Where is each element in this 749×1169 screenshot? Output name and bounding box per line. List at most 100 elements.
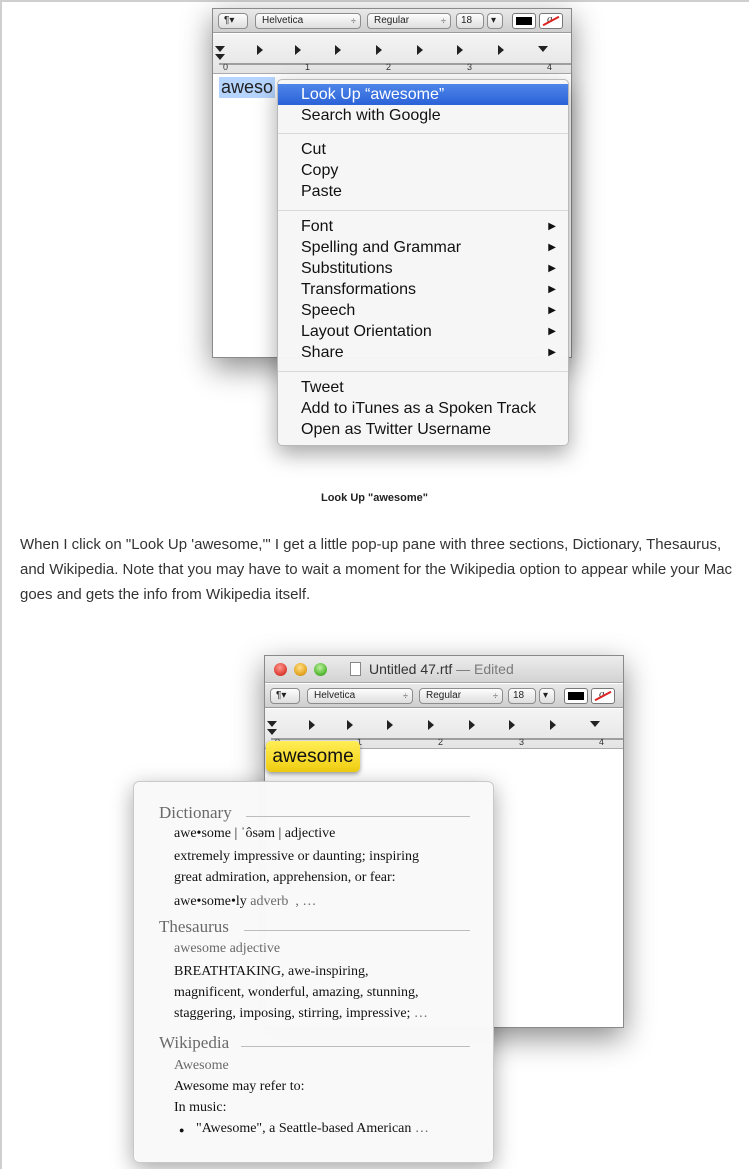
wikipedia-line: In music: [174,1100,227,1115]
menu-item-label: Copy [301,162,339,179]
menu-item-layout-orientation[interactable]: Layout Orientation ▶ [278,321,568,342]
font-size-label: 18 [461,15,473,26]
menu-item-label: Cut [301,141,326,158]
thesaurus-line-text: staggering, imposing, stirring, impressi… [174,1006,411,1021]
font-size-field[interactable]: 18 [508,688,536,704]
text-color-well[interactable] [512,13,536,29]
background-color-well[interactable]: a [591,688,615,704]
menu-item-label: Tweet [301,379,344,396]
menu-item-cut[interactable]: Cut [278,139,568,160]
menu-item-search-google[interactable]: Search with Google [278,105,568,126]
menu-item-label: Paste [301,183,342,200]
stepper-icon: ÷ [351,16,356,26]
page-left-border [0,0,2,1169]
wikipedia-line: Awesome may refer to: [174,1079,305,1094]
ruler-mark: 0 [223,62,229,72]
menu-item-look-up[interactable]: Look Up “awesome” [278,84,568,105]
document-icon[interactable] [350,662,361,676]
section-rule [241,1046,470,1047]
left-indent-marker [215,46,225,52]
close-button[interactable] [274,663,287,676]
paragraph-style-button[interactable]: ¶▾ [218,13,248,29]
menu-separator [278,133,568,134]
font-style-popup[interactable]: Regular ÷ [367,13,451,29]
ruler-mark: 3 [519,737,525,747]
paragraph-style-label: ¶▾ [224,15,235,26]
menu-item-speech[interactable]: Speech ▶ [278,300,568,321]
menu-item-label: Share [301,344,344,361]
submenu-arrow-icon: ▶ [548,263,556,274]
menu-item-label: Font [301,218,334,235]
font-size-field[interactable]: 18 [456,13,484,29]
edited-indicator: — Edited [456,661,514,677]
more-ellipsis: … [413,1006,428,1021]
ruler-ticks [215,45,571,65]
font-family-popup[interactable]: Helvetica ÷ [307,688,413,704]
ruler-mark: 4 [547,62,553,72]
chevron-down-icon: ▾ [491,15,497,26]
more-ellipsis: , … [295,894,317,909]
menu-item-paste[interactable]: Paste [278,181,568,202]
submenu-arrow-icon: ▶ [548,326,556,337]
title-bar[interactable]: Untitled 47.rtf — Edited [265,656,623,683]
menu-item-open-twitter[interactable]: Open as Twitter Username [278,419,568,440]
body-paragraph: When I click on "Look Up 'awesome,'" I g… [20,536,733,603]
chevron-down-icon: ▾ [543,690,549,701]
menu-item-share[interactable]: Share ▶ [278,342,568,363]
pronunciation: awe•some | ˈôsəm | adjective [174,826,336,841]
lookup-panel: Dictionary awe•some | ˈôsəm | adjective … [133,781,494,1163]
tab-stop-icons [215,45,548,60]
menu-item-add-to-itunes[interactable]: Add to iTunes as a Spoken Track [278,398,568,419]
font-size-dropdown[interactable]: ▾ [539,688,555,704]
text-color-well[interactable] [564,688,588,704]
menu-item-spelling[interactable]: Spelling and Grammar ▶ [278,237,568,258]
menu-item-substitutions[interactable]: Substitutions ▶ [278,258,568,279]
menu-item-transformations[interactable]: Transformations ▶ [278,279,568,300]
menu-item-label: Search with Google [301,107,441,124]
menu-item-label: Speech [301,302,356,319]
context-menu: Look Up “awesome” Search with Google Cut… [277,79,569,446]
background-color-well[interactable]: a [539,13,563,29]
selected-text[interactable]: aweso [219,77,276,98]
thesaurus-heading[interactable]: Thesaurus [159,917,229,937]
thesaurus-line: magnificent, wonderful, amazing, stunnin… [174,985,419,1000]
minimize-button[interactable] [294,663,307,676]
font-style-popup[interactable]: Regular ÷ [419,688,503,704]
menu-item-label: Add to iTunes as a Spoken Track [301,400,537,417]
menu-item-label: Look Up “awesome” [301,86,445,103]
zoom-button[interactable] [314,663,327,676]
derivative-word: awe•some•ly [174,894,247,909]
submenu-arrow-icon: ▶ [548,347,556,358]
submenu-arrow-icon: ▶ [548,305,556,316]
stepper-icon: ÷ [441,16,446,26]
paragraph-style-label: ¶▾ [276,690,287,701]
submenu-arrow-icon: ▶ [548,221,556,232]
more-ellipsis: … [414,1121,429,1136]
wikipedia-bullet-line: "Awesome", a Seattle-based American … [196,1121,429,1137]
format-toolbar: ¶▾ Helvetica ÷ Regular ÷ 18 ▾ a [213,9,571,33]
font-size-dropdown[interactable]: ▾ [487,13,503,29]
section-rule [244,930,470,931]
paragraph-style-button[interactable]: ¶▾ [270,688,300,704]
tab-stop-icons [267,720,600,735]
section-rule [246,816,470,817]
wikipedia-title: Awesome [174,1058,229,1073]
menu-item-label: Layout Orientation [301,323,432,340]
lookup-highlighted-word: awesome [266,741,360,772]
bullet-icon: ● [179,1125,185,1135]
wikipedia-heading[interactable]: Wikipedia [159,1033,229,1053]
menu-item-font[interactable]: Font ▶ [278,216,568,237]
font-family-label: Helvetica [314,690,356,701]
font-style-label: Regular [426,690,462,701]
page-top-border [0,0,749,2]
ruler[interactable]: 0 1 2 3 4 [213,34,571,74]
ruler-mark: 2 [386,62,392,72]
definition-line: extremely impressive or daunting; inspir… [174,849,419,864]
font-family-popup[interactable]: Helvetica ÷ [255,13,361,29]
stepper-icon: ÷ [403,691,408,701]
ruler-mark: 2 [438,737,444,747]
submenu-arrow-icon: ▶ [548,242,556,253]
dictionary-heading[interactable]: Dictionary [159,803,232,823]
menu-item-copy[interactable]: Copy [278,160,568,181]
menu-item-tweet[interactable]: Tweet [278,377,568,398]
